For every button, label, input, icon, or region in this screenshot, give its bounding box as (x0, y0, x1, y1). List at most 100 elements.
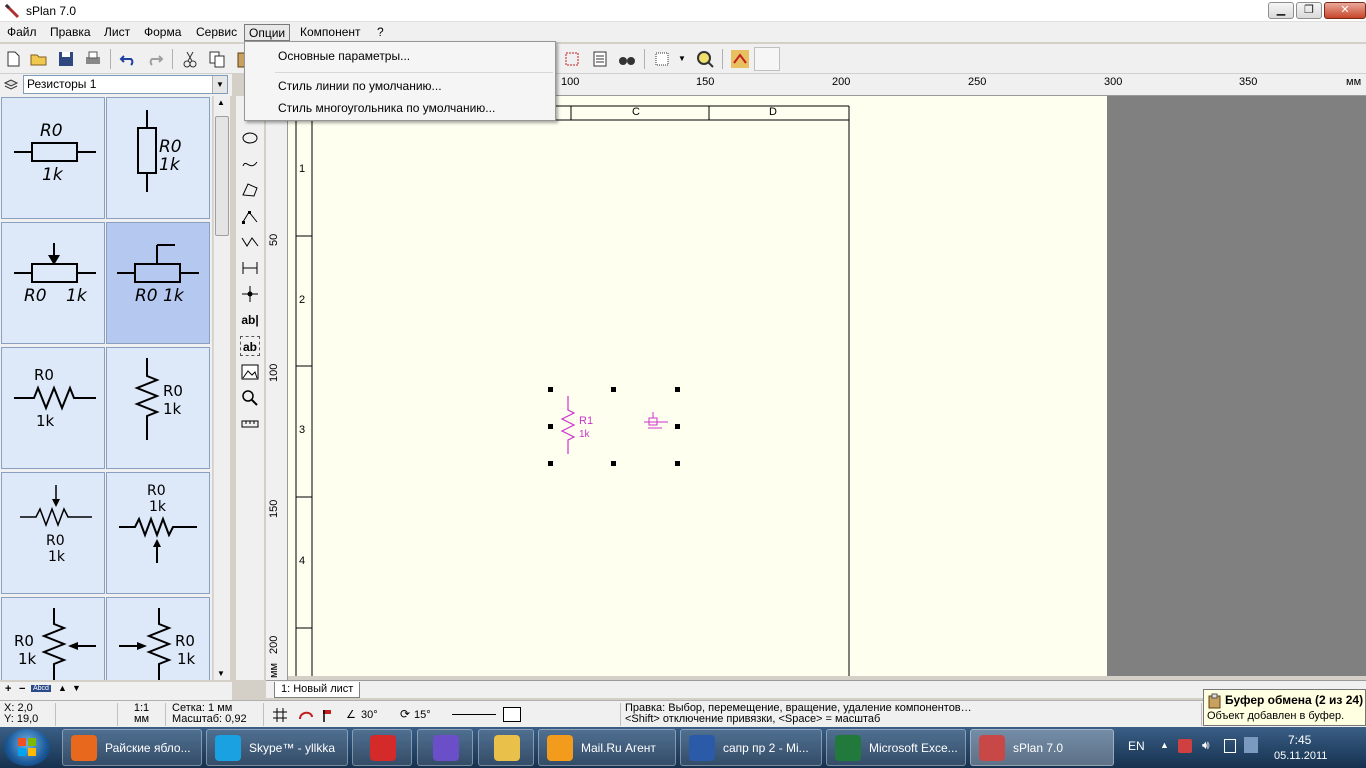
library-scrollbar[interactable]: ▲ ▼ (213, 96, 230, 680)
ruler-label: 200 (268, 635, 280, 654)
open-folder-icon[interactable] (29, 49, 49, 69)
chevron-down-icon[interactable]: ▼ (212, 76, 227, 93)
library-item-resistor-zigzag-vertical[interactable]: R0 1k (106, 347, 210, 469)
taskbar-item[interactable]: Райские ябло... (62, 729, 202, 766)
new-file-icon[interactable] (3, 49, 23, 69)
cut-icon[interactable] (180, 49, 200, 69)
library-item-variable-resistor-right[interactable]: R0 1k (106, 597, 210, 680)
library-item-trimmer-zigzag[interactable]: R0 1k (106, 472, 210, 594)
library-name-badge[interactable]: Abcd (31, 685, 51, 692)
menu-item-default-line-style[interactable]: Стиль линии по умолчанию... (278, 79, 442, 93)
zoom-tool-icon[interactable] (240, 388, 260, 408)
redo-icon[interactable] (145, 49, 165, 69)
start-button[interactable] (4, 729, 50, 766)
snap-grid-icon[interactable] (272, 707, 288, 723)
move-down-icon[interactable]: ▼ (72, 683, 81, 693)
scroll-up-icon[interactable]: ▲ (217, 98, 225, 107)
row-label-2: 2 (299, 294, 306, 306)
taskbar-item-label: Mail.Ru Агент (581, 741, 656, 755)
library-item-resistor-horizontal[interactable]: R0 1k (1, 97, 105, 219)
tray-app-icon[interactable] (1178, 739, 1192, 753)
drawing-canvas[interactable]: C D 1 2 3 4 R1 1k (288, 96, 1366, 676)
library-item-variable-resistor-left[interactable]: R0 1k (1, 597, 105, 680)
menu-sheet[interactable]: Лист (100, 24, 134, 41)
angle-snap-2[interactable]: 15° (414, 709, 431, 721)
add-icon[interactable]: + (5, 683, 11, 695)
taskbar-item-label: Райские ябло... (105, 741, 191, 755)
find-icon[interactable] (617, 49, 637, 69)
taskbar-item[interactable]: Mail.Ru Агент (538, 729, 676, 766)
save-icon[interactable] (56, 49, 76, 69)
print-icon[interactable] (83, 49, 103, 69)
close-button[interactable]: ✕ (1324, 2, 1366, 19)
menu-component[interactable]: Компонент (296, 24, 365, 41)
undo-icon[interactable] (118, 49, 138, 69)
pin-icon[interactable] (320, 707, 336, 723)
menu-options[interactable]: Опции (244, 24, 291, 41)
text-tool-icon[interactable]: ab| (240, 310, 260, 330)
bezier-tool-icon[interactable] (240, 154, 260, 174)
taskbar-item[interactable]: Microsoft Exce... (826, 729, 966, 766)
drawing-sheet[interactable]: C D 1 2 3 4 R1 1k (288, 96, 1107, 676)
junction-tool-icon[interactable] (240, 284, 260, 304)
window-title: sPlan 7.0 (26, 4, 77, 18)
menu-edit[interactable]: Правка (46, 24, 95, 41)
grid-icon[interactable] (652, 49, 672, 69)
library-item-potentiometer-zigzag[interactable]: R0 1k (1, 472, 105, 594)
restore-button[interactable]: ❐ (1296, 2, 1322, 19)
library-item-potentiometer[interactable]: R0 1k (1, 222, 105, 344)
library-bar: Резисторы 1 ▼ (0, 74, 232, 96)
taskbar-item[interactable]: сапр пр 2 - Mi... (680, 729, 822, 766)
library-select[interactable]: Резисторы 1 ▼ (23, 75, 228, 94)
library-scroll-thumb[interactable] (215, 116, 229, 236)
fill-style-preview[interactable] (503, 707, 521, 722)
copy-icon[interactable] (207, 49, 227, 69)
remove-icon[interactable]: − (19, 683, 25, 695)
network-icon[interactable] (1224, 739, 1236, 753)
tray-expand-icon[interactable]: ▲ (1160, 740, 1169, 750)
clock-time[interactable]: 7:45 (1288, 733, 1311, 747)
taskbar-item[interactable] (478, 729, 534, 766)
taskbar-item[interactable] (417, 729, 473, 766)
library-item-resistor-vertical[interactable]: R0 1k (106, 97, 210, 219)
menu-file[interactable]: Файл (3, 24, 41, 41)
minimize-button[interactable]: ▁ (1268, 2, 1294, 19)
line-tool-icon[interactable] (240, 206, 260, 226)
selected-resistor-component[interactable] (546, 386, 686, 470)
column-label-d: D (769, 106, 777, 118)
measure-tool-icon[interactable] (240, 414, 260, 434)
image-tool-icon[interactable] (240, 362, 260, 382)
angle-snap-1[interactable]: 30° (361, 709, 378, 721)
text-frame-tool-icon[interactable]: ab (240, 336, 260, 356)
polygon-tool-icon[interactable] (240, 180, 260, 200)
list-icon[interactable] (590, 49, 610, 69)
rubber-band-icon[interactable] (298, 707, 314, 723)
polyline-tool-icon[interactable] (240, 232, 260, 252)
menu-item-default-polygon-style[interactable]: Стиль многоугольника по умолчанию... (278, 101, 495, 115)
zoom-icon[interactable] (695, 49, 715, 69)
language-indicator[interactable]: EN (1128, 739, 1145, 753)
ruler-label: 150 (268, 499, 280, 518)
taskbar-item[interactable]: Skype™ - yllkka (206, 729, 348, 766)
layer-icon[interactable] (730, 49, 750, 69)
taskbar-item[interactable] (352, 729, 412, 766)
scroll-down-icon[interactable]: ▼ (217, 669, 225, 678)
tab-sheet-1[interactable]: 1: Новый лист (274, 682, 361, 698)
menu-help[interactable]: ? (373, 24, 388, 41)
library-item-resistor-zigzag-horizontal[interactable]: R0 1k (1, 347, 105, 469)
taskbar-app-icon (979, 735, 1005, 761)
move-up-icon[interactable]: ▲ (58, 683, 67, 693)
taskbar-item[interactable]: sPlan 7.0 (970, 729, 1114, 766)
menu-item-main-settings[interactable]: Основные параметры... (278, 49, 410, 63)
rotate-icon[interactable] (562, 49, 582, 69)
library-item-trimmer[interactable]: R0 1k (106, 222, 210, 344)
clock-date[interactable]: 05.11.2011 (1274, 750, 1327, 762)
volume-icon[interactable]: 🔊︎ (1202, 738, 1210, 753)
tray-signal-icon[interactable] (1244, 737, 1258, 753)
menu-service[interactable]: Сервис (192, 24, 241, 41)
menu-shape[interactable]: Форма (140, 24, 185, 41)
line-style-preview[interactable] (452, 714, 496, 715)
dimension-tool-icon[interactable] (240, 258, 260, 278)
row-label-1: 1 (299, 163, 306, 175)
ellipse-tool-icon[interactable] (240, 128, 260, 148)
